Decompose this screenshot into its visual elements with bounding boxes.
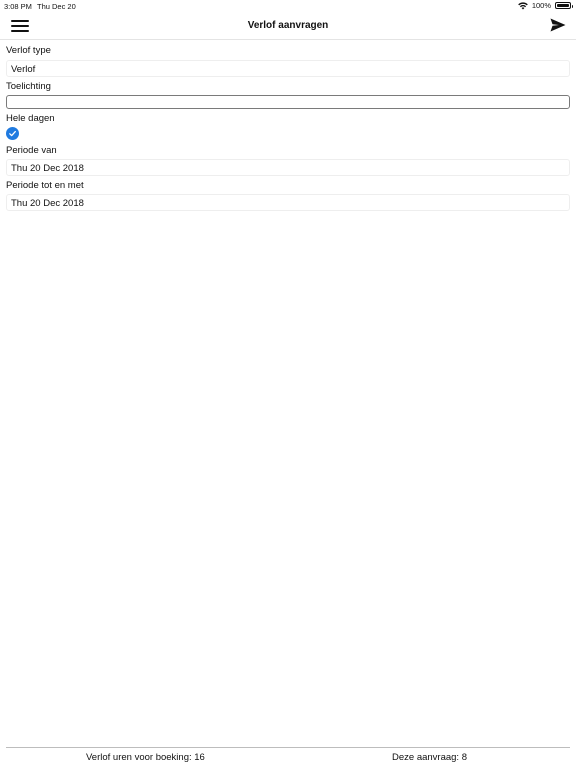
checkmark-icon xyxy=(9,130,16,137)
period-to-label: Periode tot en met xyxy=(6,180,84,191)
request-hours-text: Deze aanvraag: 8 xyxy=(392,752,467,763)
full-days-label: Hele dagen xyxy=(6,113,55,124)
period-from-field[interactable]: Thu 20 Dec 2018 xyxy=(6,159,570,176)
status-bar: 3:08 PM Thu Dec 20 100% xyxy=(0,0,576,12)
nav-bar: Verlof aanvragen xyxy=(0,12,576,40)
status-date: Thu Dec 20 xyxy=(37,2,76,11)
page-title: Verlof aanvragen xyxy=(247,20,329,31)
leave-hours-text: Verlof uren voor boeking: 16 xyxy=(86,752,205,763)
footer-summary: Verlof uren voor boeking: 16 Deze aanvra… xyxy=(6,747,570,768)
leave-type-label: Verlof type xyxy=(6,45,51,56)
battery-percent: 100% xyxy=(531,1,551,10)
battery-icon xyxy=(555,2,573,9)
note-input[interactable] xyxy=(6,95,570,109)
status-time: 3:08 PM xyxy=(4,2,32,11)
period-from-label: Periode van xyxy=(6,145,57,156)
wifi-icon xyxy=(518,1,528,9)
send-icon[interactable] xyxy=(550,18,566,32)
period-to-field[interactable]: Thu 20 Dec 2018 xyxy=(6,194,570,211)
full-days-checkbox[interactable] xyxy=(6,127,19,140)
status-right: 100% xyxy=(518,1,573,10)
note-label: Toelichting xyxy=(6,81,51,92)
leave-type-field[interactable]: Verlof xyxy=(6,60,570,77)
